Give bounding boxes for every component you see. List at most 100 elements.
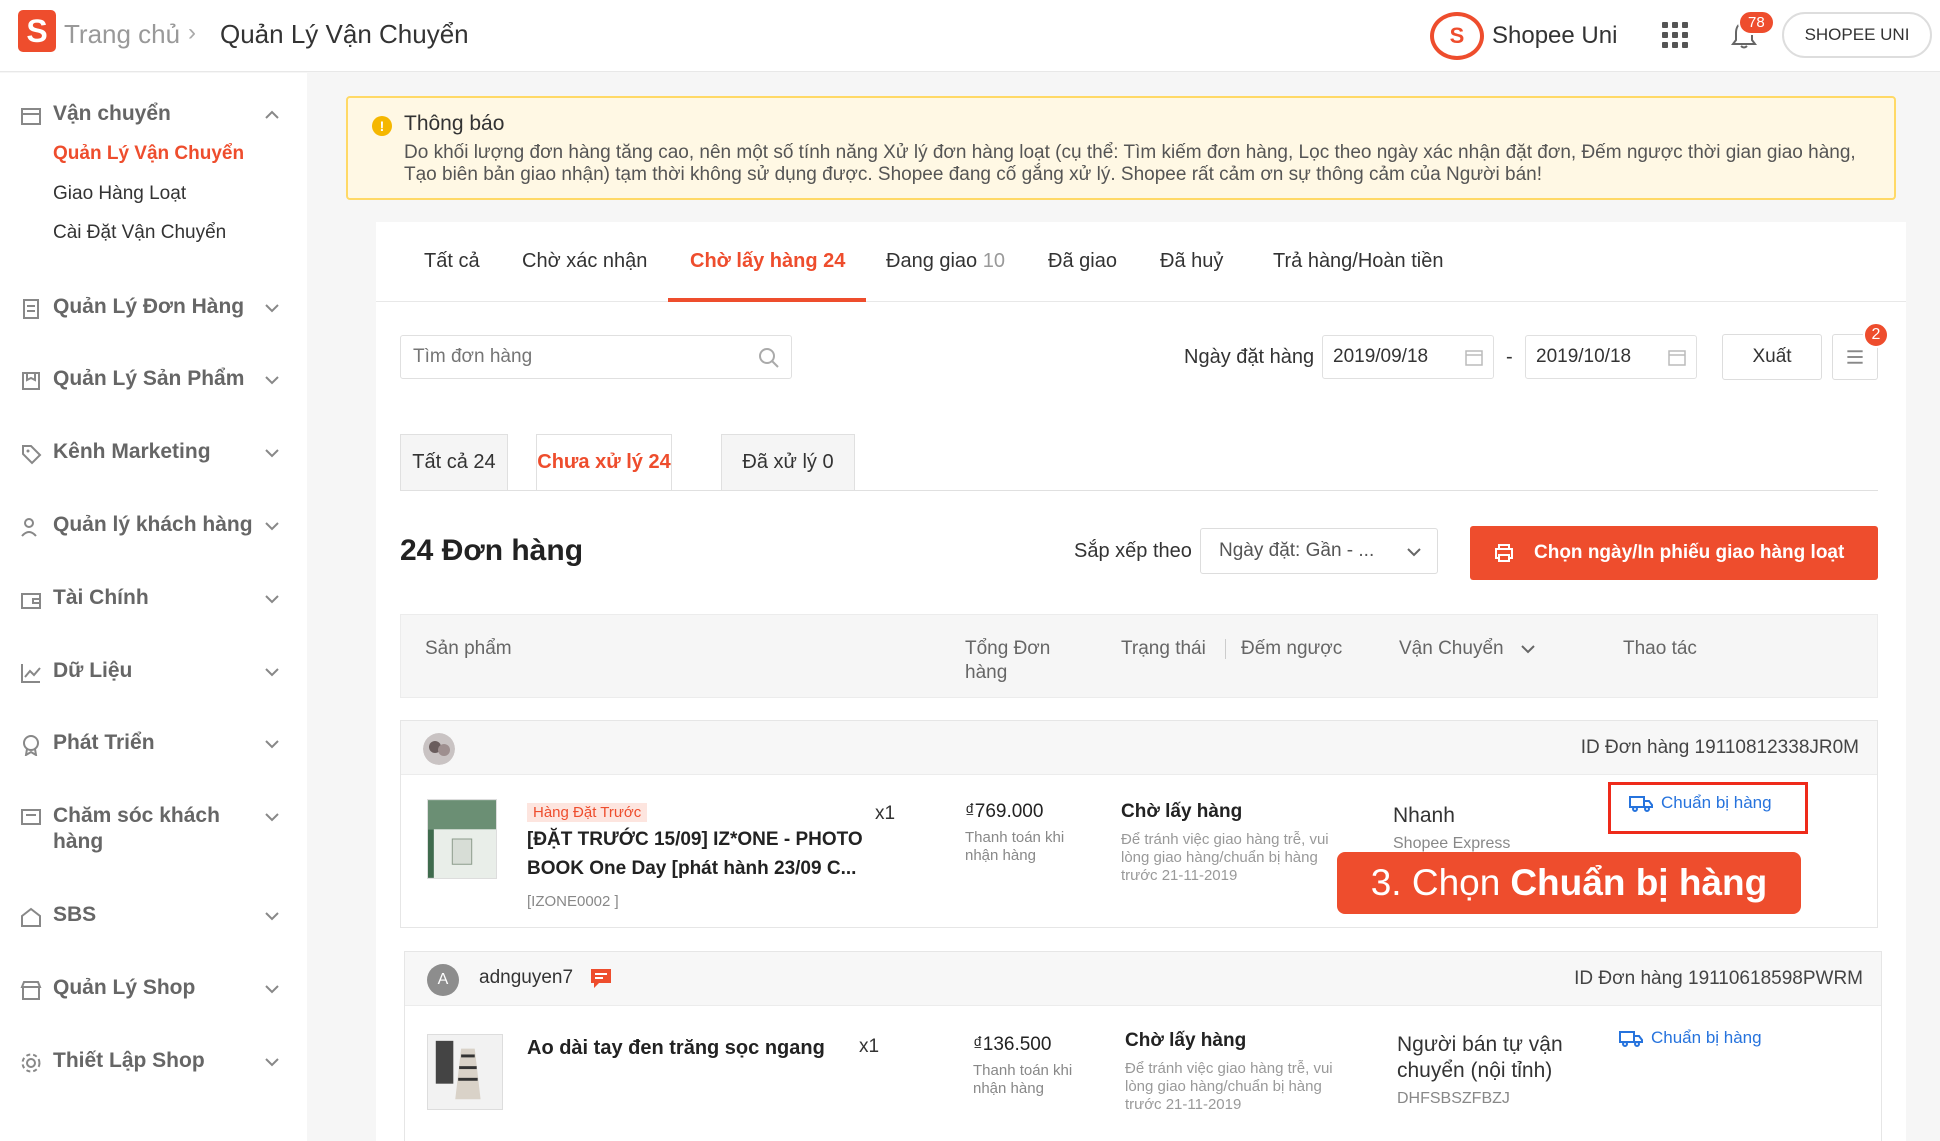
medal-icon <box>23 735 39 756</box>
sidebar-label: SBS <box>53 903 97 926</box>
chevron-down-icon <box>265 522 279 531</box>
date-to-field[interactable]: 2019/10/18 <box>1525 335 1697 379</box>
breadcrumb-home[interactable]: Trang chủ <box>64 19 180 50</box>
tutorial-callout: 3. Chọn Chuẩn bị hàng <box>1337 852 1801 914</box>
product-thumbnail[interactable] <box>427 799 497 879</box>
breadcrumb-current: Quản Lý Vận Chuyển <box>220 19 469 49</box>
tab-delivered[interactable]: Đã giao <box>1048 250 1117 273</box>
product-thumbnail[interactable] <box>427 1034 503 1110</box>
tab-all[interactable]: Tất cả <box>424 250 480 273</box>
order-total: ₫769.000 <box>965 801 1044 822</box>
sidebar-label: Quản Lý Sản Phẩm <box>53 367 245 390</box>
sidebar-item-finance[interactable]: Tài Chính <box>20 585 290 615</box>
date-filter-label: Ngày đặt hàng <box>1184 346 1315 368</box>
sidebar-item-customers[interactable]: Quản lý khách hàng <box>20 512 290 542</box>
preorder-badge: Hàng Đặt Trước <box>527 803 648 822</box>
users-icon <box>21 518 37 537</box>
sidebar-item-customer-care[interactable]: Chăm sóc khách hàng <box>20 803 290 859</box>
printer-icon <box>1495 544 1513 562</box>
breadcrumb-separator-icon: › <box>188 19 196 46</box>
order-status: Chờ lấy hàng <box>1125 1030 1247 1051</box>
chevron-down-icon <box>265 813 279 822</box>
photobook-image <box>428 800 496 878</box>
shopee-uni-link[interactable]: Shopee Uni <box>1492 22 1617 50</box>
line-chart-icon <box>21 664 41 683</box>
gear-icon <box>21 1053 41 1073</box>
search-icon[interactable] <box>757 346 781 370</box>
chevron-up-icon <box>265 110 279 119</box>
order-header: A adnguyen7 ID Đơn hàng 19110618598PWRM <box>405 952 1881 1006</box>
chat-box-icon <box>21 809 41 825</box>
buyer-avatar[interactable] <box>423 733 455 765</box>
chevron-down-icon <box>265 595 279 604</box>
sort-select[interactable]: Ngày đặt: Gần - ... <box>1200 528 1438 574</box>
shop-account-button[interactable]: SHOPEE UNI <box>1782 12 1932 58</box>
sidebar-sub-shipping-management[interactable]: Quản Lý Vận Chuyển <box>53 143 244 165</box>
subtab-divider <box>400 490 1878 491</box>
sidebar-item-shop[interactable]: Quản Lý Shop <box>20 975 290 1005</box>
table-header: Sản phẩm Tổng Đơn hàng Trạng thái Đếm ngư… <box>400 614 1878 698</box>
chevron-down-icon <box>265 1058 279 1067</box>
prepare-goods-button[interactable]: Chuẩn bị hàng <box>1651 1028 1762 1048</box>
notification-badge: 78 <box>1738 10 1775 35</box>
chevron-down-icon <box>265 912 279 921</box>
sidebar-item-orders[interactable]: Quản Lý Đơn Hàng <box>20 294 290 324</box>
sidebar-item-growth[interactable]: Phát Triển <box>20 730 290 760</box>
shopee-logo[interactable]: S <box>18 10 56 52</box>
chevron-down-icon <box>265 304 279 313</box>
box-icon <box>22 372 40 390</box>
shipping-carrier: Người bán tự vận chuyển (nội tỉnh) <box>1397 1033 1563 1082</box>
order-id[interactable]: ID Đơn hàng 19110618598PWRM <box>1574 968 1863 990</box>
subtab-all[interactable]: Tất cả 24 <box>400 434 508 490</box>
chevron-down-icon <box>265 985 279 994</box>
product-qty: x1 <box>875 803 896 824</box>
export-count-badge: 2 <box>1863 322 1889 348</box>
tab-shipping[interactable]: Đang giao 10 <box>886 250 1005 273</box>
sidebar-label: Quản Lý Đơn Hàng <box>53 295 245 318</box>
product-name[interactable]: [ĐẶT TRƯỚC 15/09] IZ*ONE - PHOTO BOOK On… <box>527 825 887 883</box>
chat-icon[interactable] <box>589 966 613 990</box>
subtab-processed[interactable]: Đã xử lý 0 <box>721 434 855 490</box>
search-input[interactable] <box>413 344 743 370</box>
calendar-icon <box>1465 350 1483 366</box>
th-shipping[interactable]: Vận Chuyển <box>1399 637 1537 661</box>
sidebar-item-marketing[interactable]: Kênh Marketing <box>20 439 290 469</box>
sidebar-item-products[interactable]: Quản Lý Sản Phẩm <box>20 366 290 396</box>
sidebar-label: Tài Chính <box>53 586 149 609</box>
sidebar-label: Phát Triển <box>53 731 155 754</box>
status-note: Để tránh việc giao hàng trễ, vui lòng gi… <box>1121 831 1329 884</box>
tab-returns[interactable]: Trả hàng/Hoàn tiền <box>1273 250 1443 273</box>
warehouse-icon <box>21 907 41 927</box>
sidebar: Vận chuyển Quản Lý Vận Chuyển Giao Hàng … <box>0 73 307 1141</box>
search-box <box>400 335 792 379</box>
chevron-down-icon <box>1407 548 1421 557</box>
buyer-name[interactable]: adnguyen7 <box>479 967 573 989</box>
dress-image <box>435 1040 481 1100</box>
buyer-avatar[interactable]: A <box>427 964 459 996</box>
payment-method: Thanh toán khi nhận hàng <box>965 829 1065 864</box>
th-status: Trạng thái <box>1121 638 1206 659</box>
status-tabs: Tất cả Chờ xác nhận Chờ lấy hàng 24 Đang… <box>376 222 1906 302</box>
sidebar-label: Dữ Liệu <box>53 659 133 682</box>
bulk-print-button[interactable]: Chọn ngày/In phiếu giao hàng loạt <box>1470 526 1878 580</box>
sidebar-item-shop-settings[interactable]: Thiết Lập Shop <box>20 1048 290 1078</box>
order-card: A adnguyen7 ID Đơn hàng 19110618598PWRM … <box>404 951 1882 1141</box>
th-product: Sản phẩm <box>425 638 512 659</box>
sidebar-sub-bulk-shipping[interactable]: Giao Hàng Loạt <box>53 183 186 205</box>
tab-awaiting-pickup[interactable]: Chờ lấy hàng 24 <box>690 250 845 273</box>
sidebar-item-shipping[interactable]: Vận chuyển <box>20 101 290 131</box>
sidebar-item-sbs[interactable]: SBS <box>20 902 290 932</box>
notice-body: Do khối lượng đơn hàng tăng cao, nên một… <box>404 142 1856 185</box>
date-from-field[interactable]: 2019/09/18 <box>1322 335 1494 379</box>
sidebar-item-data[interactable]: Dữ Liệu <box>20 658 290 688</box>
sidebar-label: Vận chuyển <box>53 102 171 125</box>
export-button[interactable]: Xuất <box>1722 334 1822 380</box>
subtab-unprocessed[interactable]: Chưa xử lý 24 <box>536 434 672 490</box>
order-id[interactable]: ID Đơn hàng 19110812338JR0M <box>1581 737 1859 759</box>
apps-grid-icon[interactable] <box>1662 22 1688 48</box>
sidebar-sub-shipping-settings[interactable]: Cài Đặt Vận Chuyển <box>53 222 226 244</box>
product-name[interactable]: Ao dài tay đen trăng sọc ngang <box>527 1034 887 1063</box>
tab-cancelled[interactable]: Đã huỷ <box>1160 250 1223 273</box>
tab-awaiting-confirmation[interactable]: Chờ xác nhận <box>522 250 647 273</box>
shopee-uni-logo-icon[interactable]: S <box>1430 12 1484 60</box>
